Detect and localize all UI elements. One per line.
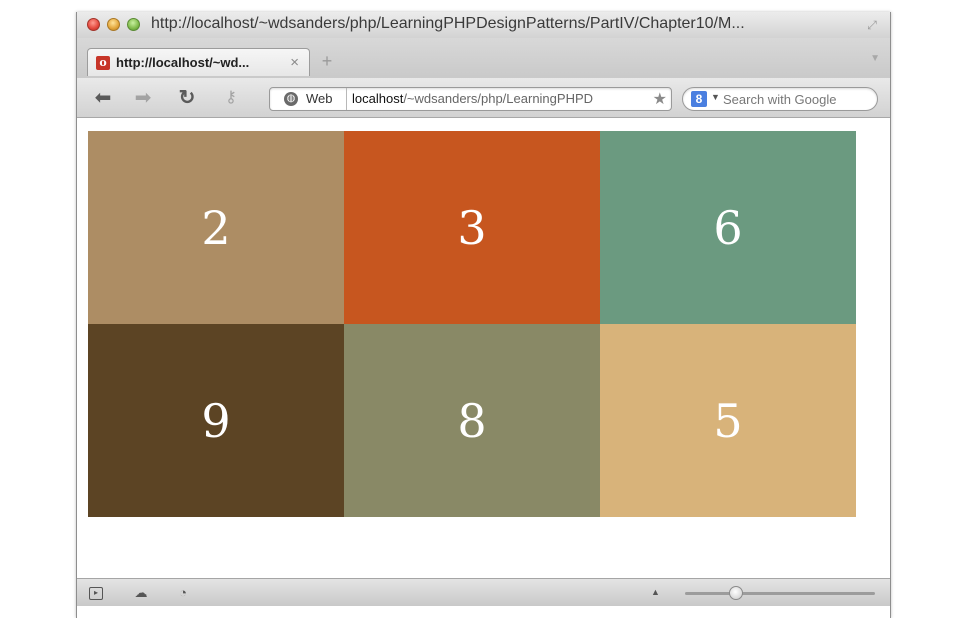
navigation-toolbar: ⬅ ➡ ↻ ⚷ ◍ Web localhost/~wdsanders/php/L… [77,78,890,118]
tab-close-icon[interactable]: × [290,54,299,71]
grid-cell: 2 [88,131,344,324]
reload-icon[interactable]: ↻ [175,87,199,109]
favicon-icon: o [96,56,110,70]
new-tab-button[interactable]: + [317,51,337,71]
zoom-slider-handle[interactable] [729,586,743,600]
bookmark-star-icon[interactable]: ★ [653,89,667,109]
cell-number: 2 [201,200,231,255]
google-icon[interactable]: 8 [691,91,707,107]
zoom-slider[interactable] [685,592,875,595]
cell-number: 5 [713,393,743,448]
cell-number: 9 [201,393,231,448]
browser-window: http://localhost/~wdsanders/php/Learning… [76,12,891,618]
cell-number: 8 [457,393,487,448]
zoom-window-button[interactable] [127,18,140,31]
window-title: http://localhost/~wdsanders/php/Learning… [151,15,745,32]
grid-cell: 9 [88,324,344,517]
search-box[interactable]: 8 ▼ [682,87,878,111]
title-bar: http://localhost/~wdsanders/php/Learning… [77,12,890,38]
speedometer-icon[interactable]: ◔ [175,585,191,601]
address-bar[interactable]: ◍ Web localhost/~wdsanders/php/LearningP… [269,87,672,111]
minimize-window-button[interactable] [107,18,120,31]
page-content: 2 3 6 9 8 5 [77,119,890,578]
panel-icon[interactable]: ▸ [89,587,103,600]
grid-cell: 5 [600,324,856,517]
forward-arrow-icon[interactable]: ➡ [131,87,155,109]
password-key-icon[interactable]: ⚷ [219,87,243,109]
number-grid: 2 3 6 9 8 5 [88,131,856,517]
tab-title: http://localhost/~wd... [116,55,250,70]
cloud-icon[interactable]: ☁ [133,585,149,601]
grid-cell: 3 [344,131,600,324]
grid-cell: 8 [344,324,600,517]
status-bar: ▸ ☁ ◔ ▲ [77,578,890,606]
search-input[interactable] [723,90,873,108]
cell-number: 6 [713,200,743,255]
globe-icon: ◍ [284,92,298,106]
tab-active[interactable]: o http://localhost/~wd... × [87,48,310,76]
url-path: /~wdsanders/php/LearningPHPD [403,91,594,106]
url-field[interactable]: localhost/~wdsanders/php/LearningPHPD [352,91,648,106]
zoom-up-icon[interactable]: ▲ [651,587,660,597]
back-arrow-icon[interactable]: ⬅ [91,87,115,109]
url-host: localhost [352,91,404,106]
fullscreen-icon[interactable]: ⤢ [864,17,880,33]
search-engine-caret-icon[interactable]: ▼ [711,92,720,102]
url-scheme-label: Web [306,91,333,106]
close-window-button[interactable] [87,18,100,31]
grid-cell: 6 [600,131,856,324]
tab-overflow-icon[interactable]: ▼ [870,53,880,64]
cell-number: 3 [457,200,487,255]
url-divider [346,88,347,110]
